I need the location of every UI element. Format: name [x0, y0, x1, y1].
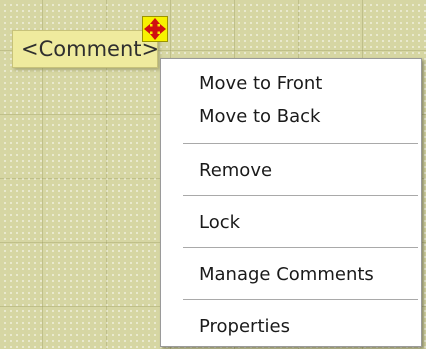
menu-item-lock[interactable]: Lock: [161, 208, 421, 238]
move-arrows-icon: [144, 18, 166, 40]
comment-annotation[interactable]: <Comment>: [12, 30, 160, 68]
menu-item-properties[interactable]: Properties: [161, 312, 421, 342]
move-handle[interactable]: [142, 16, 168, 42]
menu-separator: [183, 143, 418, 145]
menu-separator: [183, 247, 418, 249]
menu-item-move-to-front[interactable]: Move to Front: [161, 69, 421, 99]
menu-item-manage-comments[interactable]: Manage Comments: [161, 260, 421, 290]
menu-separator: [183, 299, 418, 301]
menu-separator: [183, 195, 418, 197]
comment-text: <Comment>: [21, 37, 160, 61]
menu-item-remove[interactable]: Remove: [161, 156, 421, 186]
context-menu: Move to Front Move to Back Remove Lock M…: [160, 58, 422, 347]
menu-item-move-to-back[interactable]: Move to Back: [161, 102, 421, 132]
